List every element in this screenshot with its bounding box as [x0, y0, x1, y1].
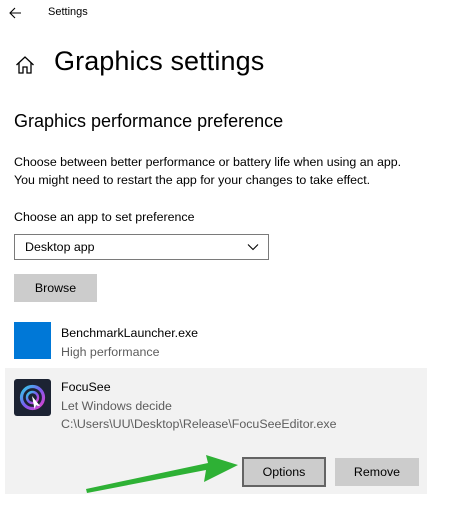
options-button[interactable]: Options: [242, 457, 326, 487]
home-icon: [16, 56, 34, 74]
browse-button-label: Browse: [34, 281, 77, 295]
page-title: Graphics settings: [54, 46, 265, 76]
description-line-1: Choose between better performance or bat…: [14, 155, 402, 169]
app-preference: Let Windows decide: [61, 399, 172, 413]
back-arrow-icon: [9, 7, 21, 19]
options-button-label: Options: [262, 465, 306, 479]
app-name: FocuSee: [61, 380, 111, 394]
description-line-2: You might need to restart the app for yo…: [14, 173, 371, 187]
back-button[interactable]: [4, 2, 28, 24]
app-type-dropdown[interactable]: Desktop app: [14, 234, 269, 260]
focusee-app-icon: [14, 379, 51, 416]
blue-tile-icon: [14, 322, 51, 359]
app-preference: High performance: [61, 345, 160, 359]
app-list-item-focusee[interactable]: FocuSee Let Windows decide C:\Users\UU\D…: [5, 368, 427, 494]
app-name: BenchmarkLauncher.exe: [61, 326, 199, 340]
app-list-item-benchmarklauncher[interactable]: BenchmarkLauncher.exe High performance: [5, 314, 427, 366]
chevron-down-icon: [247, 244, 259, 251]
app-picker-label: Choose an app to set preference: [14, 210, 195, 224]
app-path: C:\Users\UU\Desktop\Release\FocuSeeEdito…: [61, 417, 337, 431]
section-title: Graphics performance preference: [14, 111, 284, 131]
remove-button[interactable]: Remove: [335, 458, 419, 486]
section-description: Choose between better performance or bat…: [14, 153, 444, 189]
dropdown-selected-value: Desktop app: [25, 240, 95, 254]
window-title: Settings: [48, 6, 88, 18]
browse-button[interactable]: Browse: [14, 274, 97, 302]
remove-button-label: Remove: [353, 465, 401, 479]
